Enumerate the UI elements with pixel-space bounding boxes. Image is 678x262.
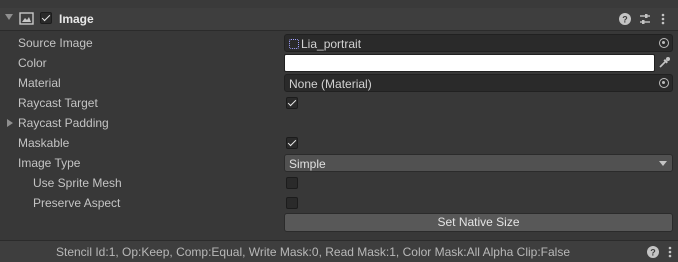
use-sprite-mesh-label: Use Sprite Mesh <box>33 176 122 190</box>
material-label: Material <box>18 76 61 90</box>
component-title: Image <box>59 12 94 26</box>
material-field[interactable]: None (Material) <box>284 74 673 92</box>
sprite-icon <box>289 39 299 49</box>
object-picker-icon[interactable] <box>659 38 669 48</box>
raycast-target-checkbox[interactable] <box>286 97 298 109</box>
preserve-aspect-row: Preserve Aspect <box>0 193 678 213</box>
object-picker-icon[interactable] <box>659 78 669 88</box>
image-type-value: Simple <box>289 157 326 171</box>
stencil-info-text: Stencil Id:1, Op:Keep, Comp:Equal, Write… <box>56 245 570 259</box>
source-image-value: Lia_portrait <box>301 37 362 51</box>
more-menu-icon[interactable] <box>663 245 677 259</box>
svg-text:?: ? <box>622 15 628 25</box>
maskable-row: Maskable <box>0 133 678 153</box>
preserve-aspect-label: Preserve Aspect <box>33 196 121 210</box>
eyedropper-icon[interactable] <box>658 56 671 69</box>
help-icon[interactable]: ? <box>646 245 660 259</box>
foldout-arrow-icon[interactable] <box>5 14 13 20</box>
raycast-padding-label: Raycast Padding <box>18 116 109 130</box>
help-icon[interactable]: ? <box>618 12 632 26</box>
image-type-label: Image Type <box>18 156 81 170</box>
material-value: None (Material) <box>289 77 372 91</box>
image-type-dropdown[interactable]: Simple <box>284 154 673 172</box>
set-native-size-button[interactable]: Set Native Size <box>284 213 673 232</box>
color-label: Color <box>18 56 47 70</box>
dropdown-caret-icon <box>659 161 667 166</box>
svg-text:?: ? <box>650 248 656 258</box>
maskable-checkbox[interactable] <box>286 137 298 149</box>
set-native-size-row: Set Native Size <box>0 212 678 232</box>
source-image-field[interactable]: Lia_portrait <box>284 34 673 52</box>
raycast-padding-row[interactable]: Raycast Padding <box>0 113 678 133</box>
foldout-arrow-icon[interactable] <box>7 119 13 127</box>
component-header[interactable]: Image ? <box>0 8 678 31</box>
color-swatch[interactable] <box>284 54 655 72</box>
image-component-icon <box>19 12 34 25</box>
maskable-label: Maskable <box>18 136 70 150</box>
image-type-row: Image Type Simple <box>0 153 678 173</box>
source-image-row: Source Image Lia_portrait <box>0 33 678 53</box>
more-menu-icon[interactable] <box>656 12 670 26</box>
material-row: Material None (Material) <box>0 73 678 93</box>
raycast-target-label: Raycast Target <box>18 96 98 110</box>
use-sprite-mesh-row: Use Sprite Mesh <box>0 173 678 193</box>
preserve-aspect-checkbox[interactable] <box>286 197 298 209</box>
raycast-target-row: Raycast Target <box>0 93 678 113</box>
color-row: Color <box>0 53 678 73</box>
presets-icon[interactable] <box>638 12 652 26</box>
component-enabled-checkbox[interactable] <box>40 12 52 24</box>
use-sprite-mesh-checkbox[interactable] <box>286 177 298 189</box>
source-image-label: Source Image <box>18 36 93 50</box>
material-info-footer: Stencil Id:1, Op:Keep, Comp:Equal, Write… <box>0 240 678 262</box>
